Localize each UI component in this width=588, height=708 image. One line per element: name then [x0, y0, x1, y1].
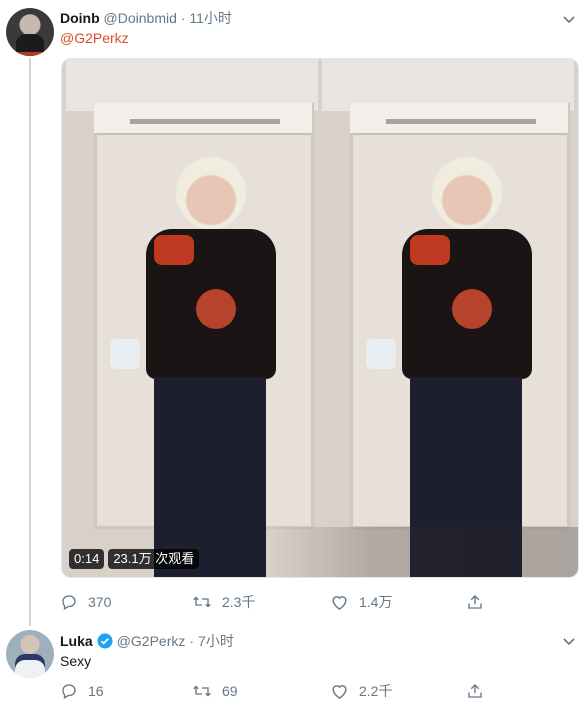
reply-icon [60, 682, 78, 700]
like-icon [330, 593, 349, 611]
like-icon [330, 682, 349, 700]
reply-like-count: 2.2千 [359, 683, 393, 699]
mention-link[interactable]: @G2Perkz [60, 30, 129, 46]
reply-text: Sexy [60, 653, 92, 669]
reply-author-handle[interactable]: @G2Perkz [117, 631, 186, 651]
verified-badge-icon [97, 633, 113, 649]
retweet-count: 2.3千 [222, 594, 256, 610]
reply-reply-button[interactable]: 16 [60, 680, 104, 702]
video-frame-right [322, 59, 574, 577]
share-icon [466, 593, 484, 611]
reply-actions: 16 69 2.2千 [60, 680, 560, 702]
video-duration: 0:14 [69, 549, 105, 569]
reply-retweet-button[interactable]: 69 [192, 680, 238, 702]
like-button[interactable]: 1.4万 [330, 591, 392, 613]
avatar-doinb[interactable] [6, 8, 54, 56]
author-handle[interactable]: @Doinbmid [104, 10, 177, 26]
video-view-count: 23.1万 次观看 [108, 549, 200, 569]
reply-header: Luka @G2Perkz · 7小时 [60, 631, 234, 651]
avatar-luka[interactable] [6, 630, 54, 678]
thread-connector-line [29, 58, 31, 626]
video-player[interactable]: 0:14 23.1万 次观看 [61, 58, 579, 578]
reply-count: 370 [88, 594, 112, 610]
reply-retweet-count: 69 [222, 683, 238, 699]
video-frame-left [66, 59, 318, 577]
chevron-down-icon[interactable] [562, 12, 576, 26]
author-name[interactable]: Doinb [60, 10, 100, 26]
like-count: 1.4万 [359, 594, 393, 610]
tweet-actions: 370 2.3千 1.4万 [60, 591, 560, 613]
share-icon [466, 682, 484, 700]
separator-dot: · [180, 10, 186, 26]
retweet-button[interactable]: 2.3千 [192, 591, 255, 613]
reply-like-button[interactable]: 2.2千 [330, 680, 392, 702]
retweet-icon [192, 593, 212, 611]
reply-separator-dot: · [189, 633, 195, 649]
tweet-header: Doinb @Doinbmid · 11小时 [60, 8, 232, 28]
reply-reply-count: 16 [88, 683, 104, 699]
reply-button[interactable]: 370 [60, 591, 111, 613]
video-info-badge: 0:14 23.1万 次观看 [69, 549, 200, 569]
share-button[interactable] [466, 591, 484, 613]
reply-share-button[interactable] [466, 680, 484, 702]
reply-author-name[interactable]: Luka [60, 631, 93, 651]
tweet-timestamp[interactable]: 11小时 [189, 10, 232, 26]
retweet-icon [192, 682, 212, 700]
reply-chevron-down-icon[interactable] [562, 634, 576, 648]
reply-icon [60, 593, 78, 611]
reply-timestamp[interactable]: 7小时 [198, 631, 234, 651]
